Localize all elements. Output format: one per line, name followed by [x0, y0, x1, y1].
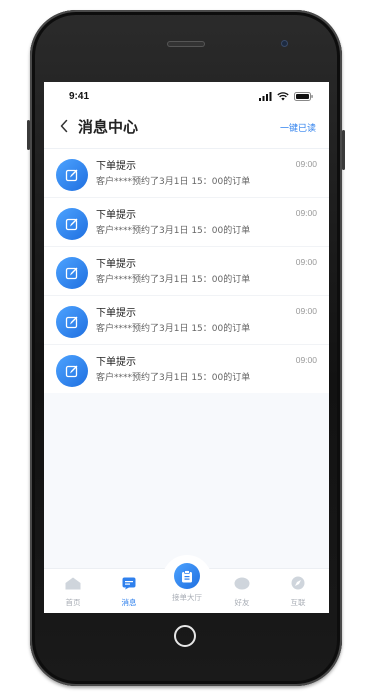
- tab-friends[interactable]: 好友: [220, 575, 264, 608]
- message-time: 09:00: [295, 306, 317, 316]
- navigation-bar: 消息中心 一键已读: [44, 108, 329, 149]
- front-camera: [281, 40, 288, 47]
- status-time: 9:41: [69, 91, 90, 102]
- message-time: 09:00: [295, 257, 317, 267]
- tab-label: 消息: [121, 598, 137, 607]
- message-title: 下单提示: [96, 357, 136, 368]
- message-time: 09:00: [295, 208, 317, 218]
- message-text: 客户****预约了3月1日 15：00的订单: [96, 177, 251, 187]
- message-text: 客户****预约了3月1日 15：00的订单: [96, 373, 251, 383]
- friends-icon: [234, 577, 250, 590]
- order-notification-icon: [56, 159, 88, 191]
- earpiece-speaker: [167, 41, 205, 47]
- order-notification-icon: [56, 306, 88, 338]
- battery-icon: [294, 91, 313, 101]
- mark-all-read-button[interactable]: 一键已读: [280, 121, 316, 134]
- message-item[interactable]: 下单提示 客户****预约了3月1日 15：00的订单 09:00: [44, 149, 329, 197]
- page-title: 消息中心: [78, 118, 139, 136]
- order-notification-icon: [56, 257, 88, 289]
- message-title: 下单提示: [96, 210, 136, 221]
- clipboard-icon: [174, 563, 200, 589]
- tab-home[interactable]: 首页: [51, 575, 95, 608]
- message-text: 客户****预约了3月1日 15：00的订单: [96, 324, 251, 334]
- order-notification-icon: [56, 355, 88, 387]
- message-item[interactable]: 下单提示 客户****预约了3月1日 15：00的订单 09:00: [44, 344, 329, 393]
- cellular-signal-icon: [259, 91, 272, 101]
- chevron-left-icon: [60, 119, 68, 133]
- tab-label: 首页: [65, 598, 81, 607]
- screen: 9:41 消息中心 一键已读 下单提示 客户****预约了3月1日 15：00的…: [44, 82, 329, 613]
- tab-label: 好友: [234, 598, 250, 607]
- status-bar: 9:41: [44, 82, 329, 108]
- message-item[interactable]: 下单提示 客户****预约了3月1日 15：00的订单 09:00: [44, 246, 329, 295]
- home-icon: [65, 577, 81, 590]
- bottom-tab-bar: 首页 消息 接单大厅 好友 互联: [44, 555, 329, 613]
- message-item[interactable]: 下单提示 客户****预约了3月1日 15：00的订单 09:00: [44, 295, 329, 344]
- message-title: 下单提示: [96, 308, 136, 319]
- wifi-icon: [277, 91, 289, 100]
- tab-label: 接单大厅: [172, 593, 202, 602]
- message-text: 客户****预约了3月1日 15：00的订单: [96, 275, 251, 285]
- power-button: [342, 130, 345, 170]
- compass-icon: [291, 576, 305, 590]
- home-button[interactable]: [174, 625, 196, 647]
- message-list: 下单提示 客户****预约了3月1日 15：00的订单 09:00 下单提示 客…: [44, 149, 329, 393]
- chat-bubble-icon: [122, 577, 136, 590]
- message-title: 下单提示: [96, 161, 136, 172]
- volume-button: [27, 120, 30, 150]
- message-time: 09:00: [295, 159, 317, 169]
- status-icons: [259, 91, 313, 101]
- message-text: 客户****预约了3月1日 15：00的订单: [96, 226, 251, 236]
- message-time: 09:00: [295, 355, 317, 365]
- message-title: 下单提示: [96, 259, 136, 270]
- tab-interconnect[interactable]: 互联: [276, 575, 320, 608]
- order-notification-icon: [56, 208, 88, 240]
- message-item[interactable]: 下单提示 客户****预约了3月1日 15：00的订单 09:00: [44, 197, 329, 246]
- tab-messages[interactable]: 消息: [107, 575, 151, 608]
- tab-label: 互联: [290, 598, 306, 607]
- tab-order-hall[interactable]: 接单大厅: [162, 555, 212, 605]
- back-button[interactable]: [59, 118, 71, 134]
